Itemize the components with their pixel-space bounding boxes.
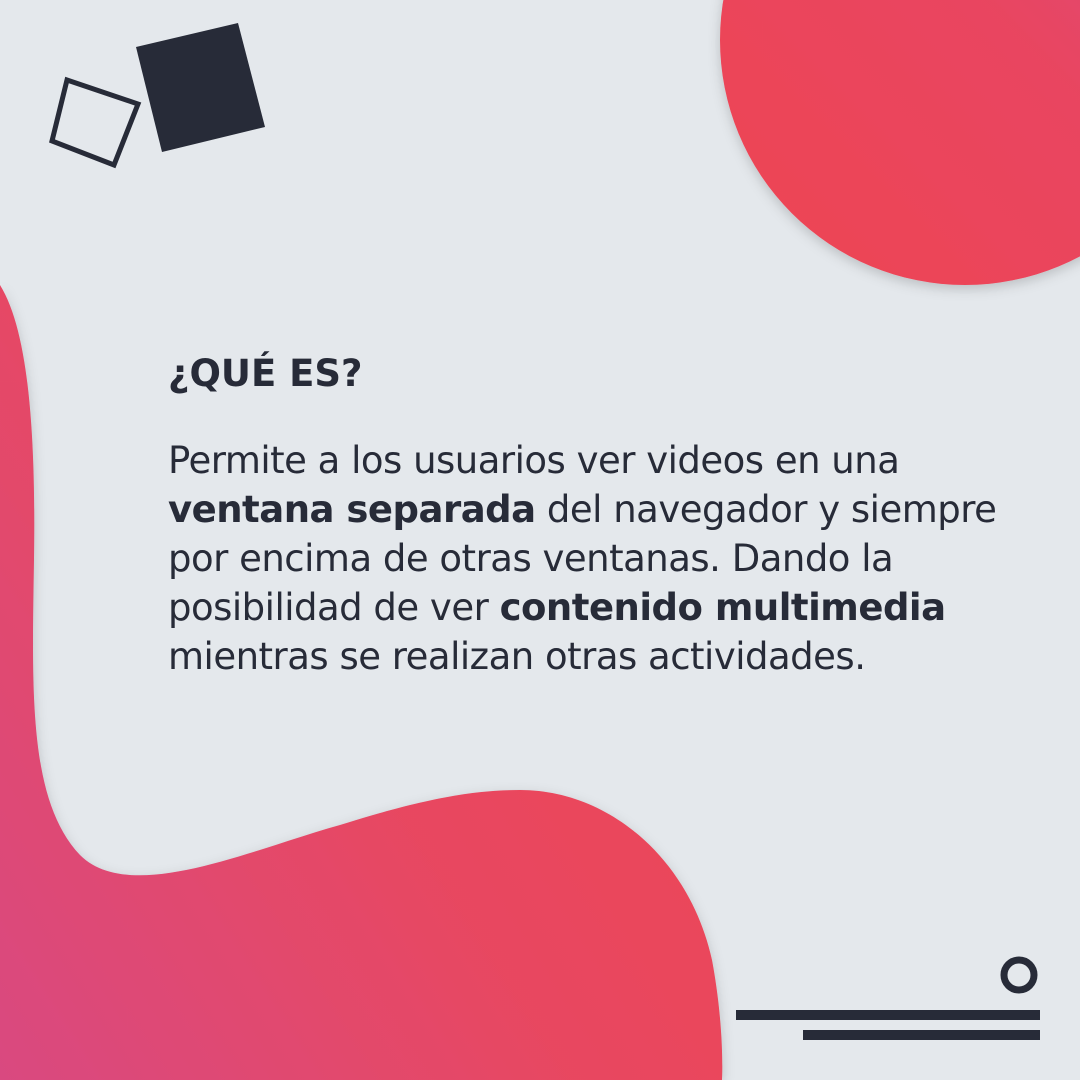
line-long (736, 1010, 1040, 1020)
text-content: ¿QUÉ ES? Permite a los usuarios ver vide… (168, 350, 998, 681)
description-paragraph: Permite a los usuarios ver videos en una… (168, 436, 998, 681)
section-heading: ¿QUÉ ES? (168, 352, 363, 395)
paragraph-part-1: Permite a los usuarios ver videos en una (168, 439, 900, 482)
highlight-separate-window: ventana separada (168, 488, 536, 531)
slide-canvas: ¿QUÉ ES? Permite a los usuarios ver vide… (0, 0, 1080, 1080)
line-short (803, 1030, 1040, 1040)
top-right-circle (720, 0, 1080, 285)
ring-icon (1000, 956, 1038, 994)
highlight-multimedia-content: contenido multimedia (499, 586, 947, 629)
filled-square-icon (136, 23, 265, 152)
outlined-square-icon (49, 76, 142, 169)
paragraph-part-3: mientras se realizan otras actividades. (168, 635, 866, 678)
